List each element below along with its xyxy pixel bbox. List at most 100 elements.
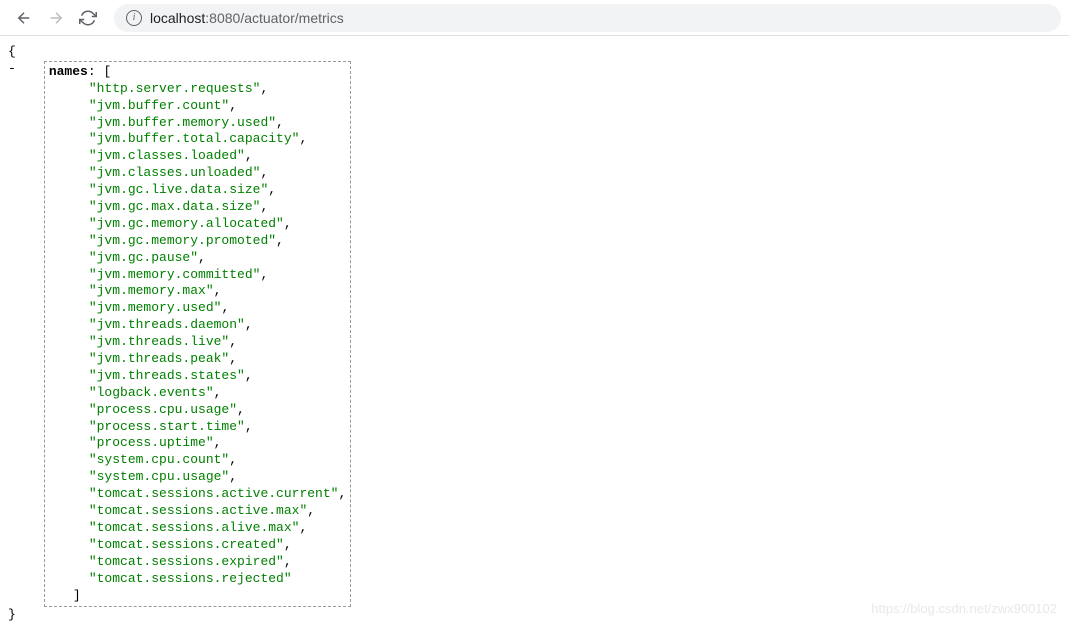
comma: , [237,402,245,417]
array-item: "tomcat.sessions.rejected" [89,571,346,588]
string-value: "tomcat.sessions.expired" [89,554,284,569]
array-item: "jvm.gc.max.data.size", [89,199,346,216]
collapse-toggle[interactable]: - [8,61,16,78]
comma: , [276,115,284,130]
reload-icon [79,9,97,27]
comma: , [284,216,292,231]
url-port: :8080 [205,10,240,26]
comma: , [299,520,307,535]
string-value: "jvm.threads.daemon" [89,317,245,332]
forward-button[interactable] [40,4,72,32]
array-item: "jvm.memory.committed", [89,267,346,284]
url-path: /actuator/metrics [240,10,343,26]
comma: , [229,98,237,113]
string-value: "tomcat.sessions.active.current" [89,486,339,501]
array-item: "jvm.threads.states", [89,368,346,385]
comma: , [229,452,237,467]
comma: , [245,317,253,332]
string-value: "tomcat.sessions.alive.max" [89,520,300,535]
comma: , [229,334,237,349]
comma: , [260,165,268,180]
array-item: "jvm.buffer.count", [89,98,346,115]
string-value: "jvm.classes.unloaded" [89,165,261,180]
string-value: "jvm.gc.max.data.size" [89,199,261,214]
array-item: "jvm.threads.live", [89,334,346,351]
string-value: "tomcat.sessions.rejected" [89,571,292,586]
json-object-block: names: [ "http.server.requests","jvm.buf… [44,61,351,608]
string-value: "logback.events" [89,385,214,400]
comma: , [221,300,229,315]
array-item: "tomcat.sessions.active.current", [89,486,346,503]
json-viewer: { - names: [ "http.server.requests","jvm… [0,36,1069,632]
url-host: localhost [150,10,205,26]
string-value: "jvm.buffer.total.capacity" [89,131,300,146]
comma: , [245,368,253,383]
comma: , [268,182,276,197]
string-value: "jvm.memory.used" [89,300,222,315]
string-value: "jvm.gc.memory.promoted" [89,233,276,248]
close-bracket: ] [73,588,346,605]
comma: , [214,435,222,450]
comma: , [284,554,292,569]
string-value: "jvm.threads.live" [89,334,229,349]
array-item: "jvm.buffer.memory.used", [89,115,346,132]
array-item: "jvm.threads.daemon", [89,317,346,334]
string-value: "jvm.memory.max" [89,283,214,298]
string-value: "system.cpu.usage" [89,469,229,484]
string-value: "tomcat.sessions.created" [89,537,284,552]
array-item: "system.cpu.count", [89,452,346,469]
string-value: "jvm.buffer.count" [89,98,229,113]
json-key-names: names [49,64,88,79]
array-item: "tomcat.sessions.expired", [89,554,346,571]
back-button[interactable] [8,4,40,32]
colon: : [88,64,96,79]
string-value: "process.start.time" [89,419,245,434]
array-item: "system.cpu.usage", [89,469,346,486]
array-item: "jvm.gc.memory.allocated", [89,216,346,233]
array-item: "jvm.threads.peak", [89,351,346,368]
address-bar[interactable]: i localhost:8080/actuator/metrics [114,4,1061,32]
comma: , [284,537,292,552]
comma: , [229,351,237,366]
string-value: "http.server.requests" [89,81,261,96]
string-value: "jvm.gc.pause" [89,250,198,265]
comma: , [338,486,346,501]
array-item: "process.uptime", [89,435,346,452]
arrow-left-icon [15,9,33,27]
array-item: "jvm.classes.unloaded", [89,165,346,182]
string-value: "process.uptime" [89,435,214,450]
array-item: "jvm.classes.loaded", [89,148,346,165]
string-value: "jvm.memory.committed" [89,267,261,282]
array-item: "process.start.time", [89,419,346,436]
open-bracket: [ [103,64,111,79]
comma: , [260,81,268,96]
array-item: "tomcat.sessions.active.max", [89,503,346,520]
string-value: "jvm.buffer.memory.used" [89,115,276,130]
string-value: "system.cpu.count" [89,452,229,467]
string-value: "jvm.gc.memory.allocated" [89,216,284,231]
comma: , [260,199,268,214]
browser-toolbar: i localhost:8080/actuator/metrics [0,0,1069,36]
comma: , [276,233,284,248]
comma: , [307,503,315,518]
array-item: "tomcat.sessions.created", [89,537,346,554]
array-item: "tomcat.sessions.alive.max", [89,520,346,537]
reload-button[interactable] [72,4,104,32]
arrow-right-icon [47,9,65,27]
info-icon: i [126,10,142,26]
comma: , [245,419,253,434]
comma: , [214,385,222,400]
string-value: "tomcat.sessions.active.max" [89,503,307,518]
comma: , [229,469,237,484]
url-text: localhost:8080/actuator/metrics [150,10,344,26]
array-item: "logback.events", [89,385,346,402]
comma: , [245,148,253,163]
array-item: "jvm.gc.live.data.size", [89,182,346,199]
array-item: "jvm.buffer.total.capacity", [89,131,346,148]
string-value: "process.cpu.usage" [89,402,237,417]
array-item: "jvm.gc.memory.promoted", [89,233,346,250]
comma: , [260,267,268,282]
watermark: https://blog.csdn.net/zwx900102 [871,601,1057,616]
string-value: "jvm.classes.loaded" [89,148,245,163]
string-value: "jvm.threads.peak" [89,351,229,366]
